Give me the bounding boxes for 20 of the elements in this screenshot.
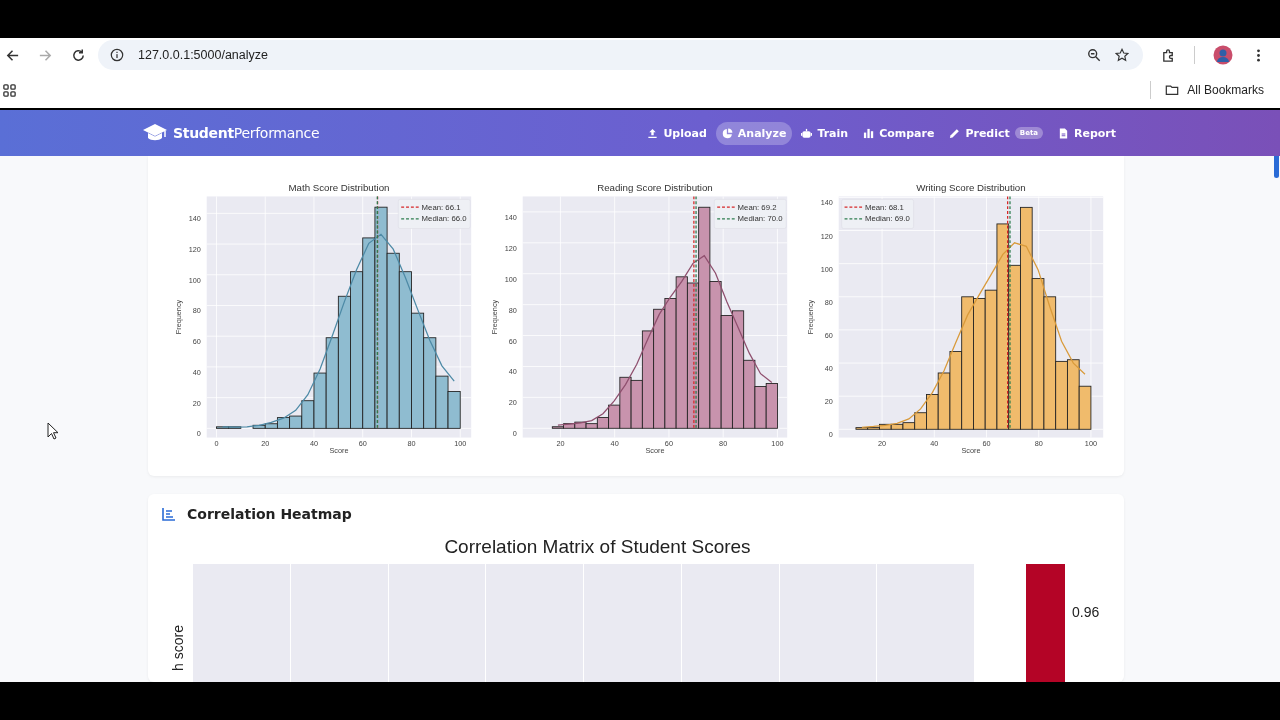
legend-label: Median: 69.0	[865, 214, 910, 224]
nav-label: Upload	[663, 126, 707, 140]
nav-label: Predict	[965, 126, 1010, 140]
nav-label: Compare	[879, 126, 935, 140]
chart-title: Writing Score Distribution	[916, 181, 1026, 193]
chart-title: Reading Score Distribution	[597, 181, 713, 193]
legend-label: Median: 70.0	[737, 214, 783, 224]
legend-label: Mean: 68.1	[865, 202, 904, 212]
chart-title: Math Score Distribution	[288, 181, 390, 193]
legend-label: Mean: 69.2	[737, 202, 777, 212]
nav-label: Report	[1073, 126, 1116, 140]
nav-label: Analyze	[737, 126, 787, 140]
nav-label: Train	[817, 126, 849, 140]
legend-label: Median: 66.0	[421, 214, 467, 224]
heatmap-title: Correlation Matrix of Student Scores	[444, 536, 751, 558]
legend-label: Mean: 66.1	[421, 202, 461, 212]
url-text: 127.0.0.1:5000/analyze	[138, 48, 268, 62]
row-label: h score	[169, 625, 186, 671]
section-heading: Correlation Heatmap	[187, 506, 352, 522]
colorbar-tick-label: 0.96	[1072, 604, 1100, 620]
